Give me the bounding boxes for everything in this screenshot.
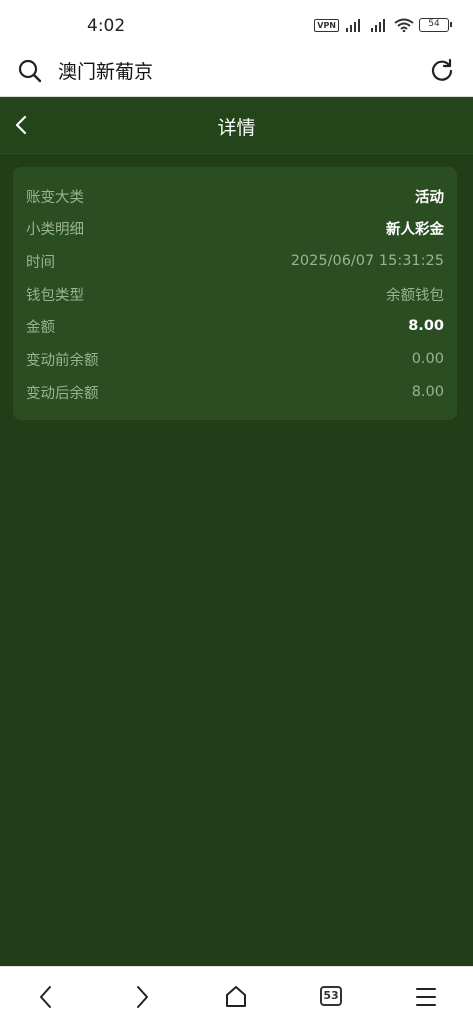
reload-icon[interactable] xyxy=(429,57,455,83)
detail-value: 新人彩金 xyxy=(386,221,444,238)
status-time: 4:02 xyxy=(87,16,126,36)
signal-icon-2 xyxy=(371,19,385,32)
top-nav: 详情 xyxy=(0,97,473,154)
page-title: 详情 xyxy=(217,117,256,139)
search-icon[interactable] xyxy=(17,58,43,84)
detail-label: 小类明细 xyxy=(26,221,84,238)
detail-label: 变动前余额 xyxy=(26,352,99,369)
browser-title[interactable]: 澳门新葡京 xyxy=(58,57,153,84)
battery-icon: 54 xyxy=(419,18,452,32)
detail-card: 账变大类 活动 小类明细 新人彩金 时间 2025/06/07 15:31:25… xyxy=(13,167,457,420)
detail-value: 2025/06/07 15:31:25 xyxy=(290,253,444,269)
signal-icon xyxy=(346,19,360,32)
detail-label: 变动后余额 xyxy=(26,385,99,402)
detail-value: 0.00 xyxy=(411,351,444,367)
back-nav-icon[interactable] xyxy=(34,984,60,1010)
tabs-count-icon[interactable]: 53 xyxy=(320,986,342,1006)
browser-bottom-bar: 53 xyxy=(0,966,473,1024)
detail-label: 钱包类型 xyxy=(26,287,84,304)
detail-row-amount: 金额 8.00 xyxy=(26,314,444,338)
detail-label: 账变大类 xyxy=(26,189,84,206)
detail-value: 活动 xyxy=(415,189,444,206)
detail-value: 余额钱包 xyxy=(386,287,444,304)
detail-value: 8.00 xyxy=(411,384,444,400)
wifi-icon xyxy=(394,18,414,32)
detail-row-category: 账变大类 活动 xyxy=(26,184,444,208)
detail-row-time: 时间 2025/06/07 15:31:25 xyxy=(26,249,444,273)
detail-row-balance-after: 变动后余额 8.00 xyxy=(26,380,444,404)
forward-nav-icon[interactable] xyxy=(128,984,154,1010)
detail-row-balance-before: 变动前余额 0.00 xyxy=(26,347,444,371)
menu-icon[interactable] xyxy=(413,984,439,1010)
status-bar: 4:02 VPN 54 xyxy=(0,0,473,50)
detail-label: 时间 xyxy=(26,254,55,271)
status-icons: VPN 54 xyxy=(314,18,452,32)
home-icon[interactable] xyxy=(223,984,249,1010)
detail-label: 金额 xyxy=(26,319,55,336)
vpn-icon: VPN xyxy=(314,18,339,32)
detail-row-subcategory: 小类明细 新人彩金 xyxy=(26,216,444,240)
detail-value: 8.00 xyxy=(408,318,444,334)
detail-row-wallet: 钱包类型 余额钱包 xyxy=(26,282,444,306)
app-content: 详情 账变大类 活动 小类明细 新人彩金 时间 2025/06/07 15:31… xyxy=(0,97,473,966)
browser-bar: 澳门新葡京 xyxy=(0,50,473,97)
